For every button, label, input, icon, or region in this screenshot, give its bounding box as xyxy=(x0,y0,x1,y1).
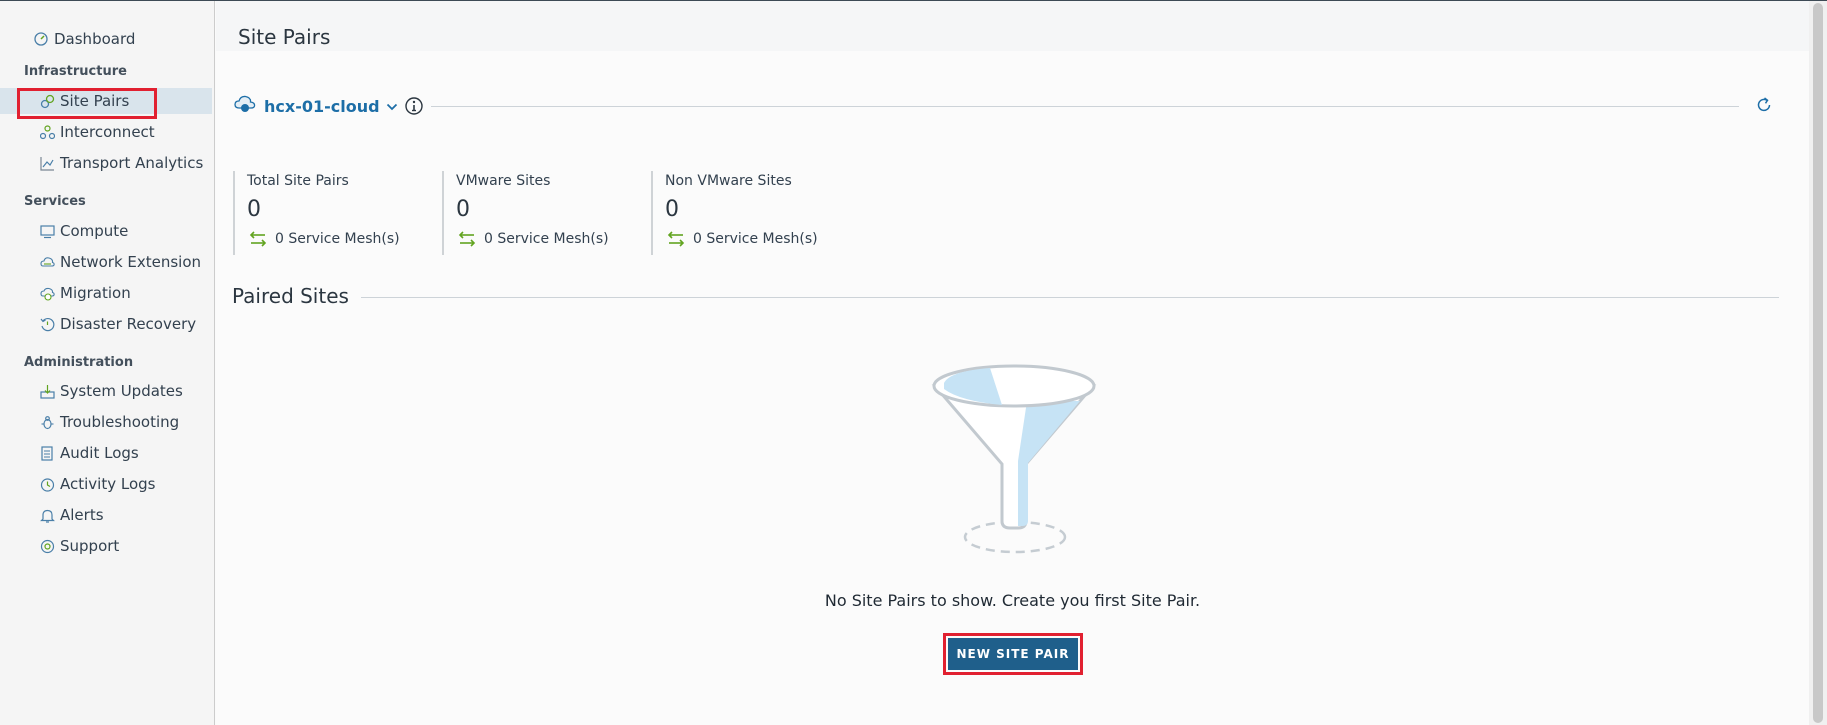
cloud-site-icon xyxy=(234,93,256,119)
sidebar-item-label: Dashboard xyxy=(54,30,136,48)
recovery-icon xyxy=(39,316,55,332)
download-icon xyxy=(39,383,55,399)
sidebar-item-label: Alerts xyxy=(60,506,104,524)
sidebar-item-label: Audit Logs xyxy=(60,444,139,462)
sidebar-item-label: Transport Analytics xyxy=(60,154,204,172)
sidebar-item-migration[interactable]: Migration xyxy=(0,280,212,306)
stat-non-vmware-sites: Non VMware Sites 0 0 Service Mesh(s) xyxy=(651,171,851,255)
stat-label: Non VMware Sites xyxy=(665,173,792,189)
sidebar-item-network-extension[interactable]: Network Extension xyxy=(0,249,212,275)
info-icon[interactable] xyxy=(404,96,424,116)
stat-vmware-sites: VMware Sites 0 0 Service Mesh(s) xyxy=(442,171,632,255)
migration-icon xyxy=(39,285,55,301)
network-cloud-icon xyxy=(39,254,55,270)
paired-sites-divider xyxy=(361,297,1779,298)
document-icon xyxy=(39,445,55,461)
empty-state-message: No Site Pairs to show. Create you first … xyxy=(824,591,1201,610)
sidebar-item-label: Troubleshooting xyxy=(60,413,180,431)
stat-label: Total Site Pairs xyxy=(247,173,349,189)
section-services: Services xyxy=(24,194,86,209)
sidebar-item-label: System Updates xyxy=(60,382,183,400)
computer-icon xyxy=(39,223,55,239)
scrollbar-thumb[interactable] xyxy=(1813,3,1823,723)
sidebar-item-interconnect[interactable]: Interconnect xyxy=(0,119,212,145)
exchange-icon xyxy=(249,231,267,247)
highlight-site-pairs xyxy=(17,88,157,119)
scrollbar[interactable] xyxy=(1809,1,1827,725)
sidebar-item-label: Migration xyxy=(60,284,131,302)
stat-label: VMware Sites xyxy=(456,173,551,189)
stat-mesh: 0 Service Mesh(s) xyxy=(458,231,609,247)
highlight-new-site-pair: NEW SITE PAIR xyxy=(943,633,1083,675)
sidebar-item-label: Activity Logs xyxy=(60,475,156,493)
sidebar-item-audit-logs[interactable]: Audit Logs xyxy=(0,440,212,466)
sidebar-item-support[interactable]: Support xyxy=(0,533,212,559)
sidebar-item-label: Interconnect xyxy=(60,123,155,141)
site-selector[interactable]: hcx-01-cloud xyxy=(234,93,398,119)
sidebar-item-label: Disaster Recovery xyxy=(60,315,197,333)
sidebar-item-label: Support xyxy=(60,537,120,555)
paired-sites-title: Paired Sites xyxy=(232,284,349,308)
stat-mesh: 0 Service Mesh(s) xyxy=(667,231,818,247)
chart-icon xyxy=(39,155,55,171)
sidebar-item-alerts[interactable]: Alerts xyxy=(0,502,212,528)
stat-mesh-text: 0 Service Mesh(s) xyxy=(693,231,818,247)
sidebar-item-system-updates[interactable]: System Updates xyxy=(0,378,212,404)
stat-total-site-pairs: Total Site Pairs 0 0 Service Mesh(s) xyxy=(233,171,423,255)
bell-icon xyxy=(39,507,55,523)
main-content: Site Pairs hcx-01-cloud Total Site Pairs… xyxy=(216,1,1809,725)
exchange-icon xyxy=(458,231,476,247)
sidebar-item-transport-analytics[interactable]: Transport Analytics xyxy=(0,150,212,176)
chevron-down-icon xyxy=(386,97,398,116)
stat-count: 0 xyxy=(665,197,679,222)
stat-mesh-text: 0 Service Mesh(s) xyxy=(275,231,400,247)
bug-icon xyxy=(39,414,55,430)
dashboard-icon xyxy=(33,31,49,47)
sidebar: Dashboard Infrastructure Site Pairs Inte… xyxy=(0,1,215,725)
support-icon xyxy=(39,538,55,554)
section-administration: Administration xyxy=(24,355,134,370)
site-selector-value: hcx-01-cloud xyxy=(264,96,380,116)
stat-mesh-text: 0 Service Mesh(s) xyxy=(484,231,609,247)
stat-count: 0 xyxy=(247,197,261,222)
refresh-icon[interactable] xyxy=(1754,95,1774,115)
stat-count: 0 xyxy=(456,197,470,222)
content-area: hcx-01-cloud Total Site Pairs 0 0 Servic… xyxy=(216,51,1809,725)
page-header: Site Pairs xyxy=(216,1,1809,51)
interconnect-icon xyxy=(39,124,55,140)
new-site-pair-button[interactable]: NEW SITE PAIR xyxy=(948,638,1078,670)
divider xyxy=(431,106,1739,107)
clock-icon xyxy=(39,476,55,492)
exchange-icon xyxy=(667,231,685,247)
page-title: Site Pairs xyxy=(238,25,331,49)
sidebar-item-troubleshooting[interactable]: Troubleshooting xyxy=(0,409,212,435)
stat-mesh: 0 Service Mesh(s) xyxy=(249,231,400,247)
sidebar-item-label: Compute xyxy=(60,222,129,240)
sidebar-item-disaster-recovery[interactable]: Disaster Recovery xyxy=(0,311,212,337)
sidebar-item-compute[interactable]: Compute xyxy=(0,218,212,244)
empty-funnel-illustration xyxy=(931,364,1097,554)
section-infrastructure: Infrastructure xyxy=(24,64,127,79)
sidebar-item-activity-logs[interactable]: Activity Logs xyxy=(0,471,212,497)
sidebar-item-dashboard[interactable]: Dashboard xyxy=(0,26,212,52)
sidebar-item-label: Network Extension xyxy=(60,253,202,271)
